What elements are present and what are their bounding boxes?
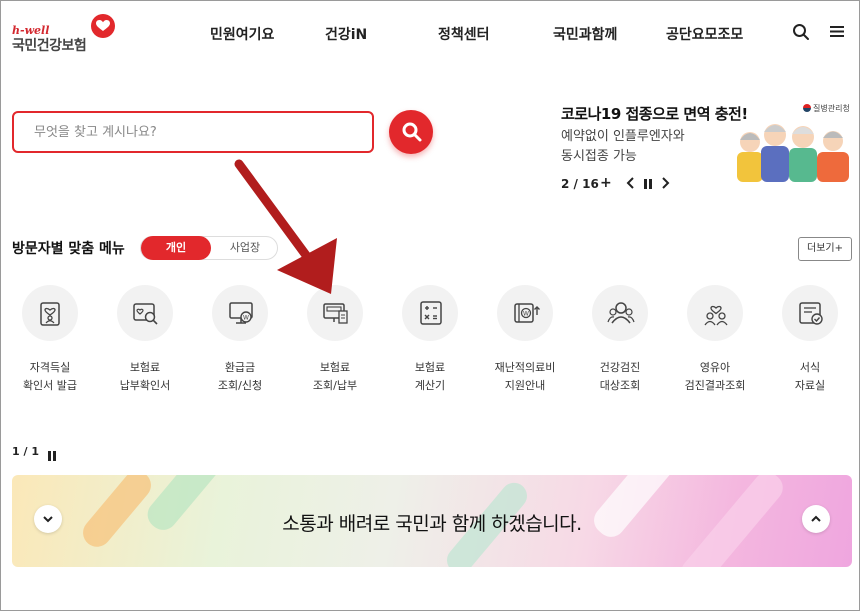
menu-item-forms[interactable]: 서식 자료실 [767, 285, 853, 395]
tab-business[interactable]: 사업장 [213, 237, 277, 259]
chevron-down-icon [43, 516, 53, 523]
nav-item-minwon[interactable]: 민원여기요 [210, 24, 274, 44]
hamburger-icon[interactable] [829, 23, 849, 43]
menu-item-label: 영유아 검진결과조회 [684, 361, 746, 392]
search-box [12, 111, 374, 153]
menu-item-label: 환급금 조회/신청 [217, 361, 263, 392]
promo-subtitle-line2: 동시접종 가능 [561, 149, 637, 164]
visitor-menu-title: 방문자별 맞춤 메뉴 [12, 241, 125, 257]
menu-item-qualification[interactable]: 자격득실 확인서 발급 [7, 285, 93, 395]
promo-plus-button[interactable]: + [600, 175, 612, 191]
heart-logo-icon [91, 14, 115, 38]
agency-logo-icon [803, 104, 811, 112]
menu-item-label: 건강검진 대상조회 [599, 361, 641, 392]
menu-item-premium-payment[interactable]: 보험료 조회/납부 [292, 285, 378, 395]
more-button[interactable]: 더보기+ [798, 237, 852, 261]
svg-text:W: W [523, 311, 529, 318]
visitor-type-toggle: 개인 사업장 [140, 236, 278, 260]
nav-item-policy-center[interactable]: 정책센터 [438, 24, 490, 44]
wallet-won-icon: W [497, 285, 553, 341]
chevron-right-icon[interactable] [660, 176, 670, 193]
tab-personal[interactable]: 개인 [141, 236, 211, 260]
menu-item-infant-checkup[interactable]: 영유아 검진결과조회 [672, 285, 758, 395]
monitor-won-icon: W [212, 285, 268, 341]
chevron-up-icon [811, 515, 821, 522]
form-check-icon [782, 285, 838, 341]
menu-item-payment-certificate[interactable]: 보험료 납부확인서 [102, 285, 188, 395]
chevron-up-button[interactable] [802, 505, 830, 533]
menu-item-label: 보험료 계산기 [414, 361, 446, 392]
site-logo[interactable]: h-well 국민건강보험 [12, 14, 122, 54]
chevron-left-icon[interactable] [626, 176, 636, 193]
menu-item-label: 자격득실 확인서 발급 [22, 361, 78, 392]
svg-text:W: W [243, 315, 249, 322]
menu-item-health-checkup[interactable]: 건강검진 대상조회 [577, 285, 663, 395]
search-icon[interactable] [792, 23, 812, 43]
menu-item-refund[interactable]: W 환급금 조회/신청 [197, 285, 283, 395]
elderly-people-illustration [737, 124, 849, 182]
menu-item-label: 보험료 조회/납부 [312, 361, 358, 392]
promo-subtitle: 예약없이 인플루엔자와 동시접종 가능 [561, 127, 731, 167]
family-heart-icon [687, 285, 743, 341]
promo-counter: 2 / 16 [561, 177, 599, 191]
banner-text: 소통과 배려로 국민과 함께 하겠습니다. [282, 513, 582, 535]
logo-title: 국민건강보험 [12, 38, 87, 54]
pause-icon[interactable] [643, 178, 653, 192]
search-submit-button[interactable] [389, 110, 433, 154]
bottom-banner: 소통과 배려로 국민과 함께 하겠습니다. [12, 475, 852, 567]
search-icon [402, 122, 422, 142]
menu-item-label: 재난적의료비 지원안내 [494, 361, 556, 392]
menu-pager: 1 / 1 [12, 445, 39, 458]
nav-item-with-people[interactable]: 국민과함께 [553, 24, 617, 44]
menu-item-label: 서식 자료실 [794, 361, 826, 392]
receipt-monitor-icon [307, 285, 363, 341]
menu-item-calculator[interactable]: 보험료 계산기 [387, 285, 473, 395]
agency-badge: 질병관리청 [803, 103, 850, 114]
menu-item-label: 보험료 납부확인서 [119, 361, 171, 392]
nav-item-health-in[interactable]: 건강iN [325, 24, 367, 44]
agency-name: 질병관리청 [813, 104, 850, 113]
promo-title[interactable]: 코로나19 접종으로 면역 충전! [561, 103, 748, 124]
document-search-icon [117, 285, 173, 341]
nav-item-about[interactable]: 공단요모조모 [666, 24, 743, 44]
chevron-down-button[interactable] [34, 505, 62, 533]
people-search-icon [592, 285, 648, 341]
menu-item-catastrophic-medical[interactable]: W 재난적의료비 지원안내 [482, 285, 568, 395]
promo-subtitle-line1: 예약없이 인플루엔자와 [561, 129, 685, 144]
search-input[interactable] [14, 113, 372, 151]
pause-icon[interactable] [47, 446, 57, 461]
id-card-heart-icon [22, 285, 78, 341]
calculator-icon [402, 285, 458, 341]
